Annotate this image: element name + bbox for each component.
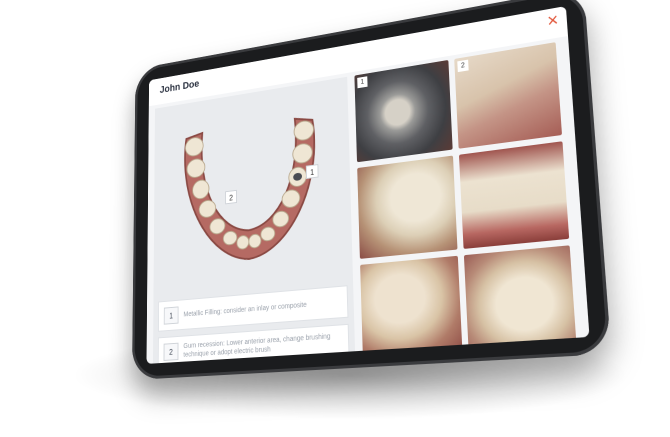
intraoral-photo-5[interactable]: [360, 255, 463, 359]
finding-text: Metallic Filling: consider an inlay or c…: [183, 301, 307, 318]
finding-item-2[interactable]: 2 Gum recession: Lower anterior area, ch…: [157, 323, 350, 364]
photo-grid: 1 2: [354, 42, 577, 359]
intraoral-photo-6[interactable]: [463, 244, 577, 352]
intraoral-photo-4[interactable]: [458, 141, 570, 249]
dental-arch-scan[interactable]: 1 2: [153, 77, 353, 298]
intraoral-photo-2[interactable]: 2: [454, 42, 563, 150]
tablet-device: John Doe × 1 2 1 Metallic Filling: consi…: [131, 0, 612, 381]
photo-tag: 1: [357, 76, 368, 89]
intraoral-photo-3[interactable]: [357, 155, 458, 259]
stage: John Doe × 1 2 1 Metallic Filling: consi…: [0, 0, 670, 437]
photo-tag: 2: [457, 59, 469, 73]
findings-list: 1 Metallic Filling: consider an inlay or…: [157, 285, 350, 364]
scan-marker-2-label: 2: [229, 193, 233, 202]
patient-name: John Doe: [159, 78, 200, 96]
app-screen: John Doe × 1 2 1 Metallic Filling: consi…: [146, 6, 590, 364]
scan-panel: 1 2 1 Metallic Filling: consider an inla…: [152, 76, 356, 364]
intraoral-photo-1[interactable]: 1: [354, 59, 453, 163]
scan-marker-1-label: 1: [310, 168, 314, 178]
close-icon[interactable]: ×: [547, 9, 559, 31]
finding-number: 2: [163, 342, 179, 361]
finding-text: Gum recession: Lower anterior area, chan…: [183, 333, 331, 359]
finding-number: 1: [163, 306, 179, 325]
